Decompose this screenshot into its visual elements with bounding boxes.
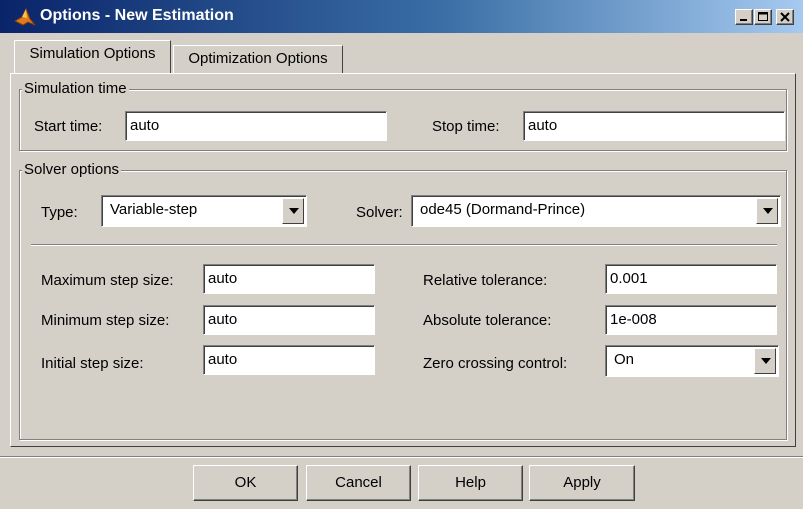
type-select[interactable]: Variable-step [101,195,307,227]
max-step-size-label: Maximum step size: [41,272,174,289]
tab-optimization-options[interactable]: Optimization Options [173,45,343,73]
simulation-options-panel: Simulation time Start time: auto Stop ti… [10,73,796,447]
tab-label: Optimization Options [188,50,328,67]
initial-step-size-input[interactable]: auto [203,345,375,375]
button-bar-separator [0,456,803,458]
zero-crossing-control-label: Zero crossing control: [423,355,568,372]
type-label: Type: [41,204,78,221]
zero-crossing-dropdown-button[interactable] [754,348,776,374]
solver-select-dropdown-button[interactable] [756,198,778,224]
zero-crossing-control-select[interactable]: On [605,345,779,377]
options-window: Options - New Estimation Simulation Opti… [0,0,803,509]
initial-step-size-label: Initial step size: [41,355,144,372]
title-bar[interactable]: Options - New Estimation [0,0,803,33]
type-select-dropdown-button[interactable] [282,198,304,224]
minimize-button[interactable] [735,9,753,25]
maximize-icon [758,12,768,21]
absolute-tolerance-label: Absolute tolerance: [423,312,552,329]
solver-separator [31,244,777,246]
stop-time-input[interactable]: auto [523,111,785,141]
stop-time-label: Stop time: [432,118,500,135]
matlab-icon [14,7,36,26]
tab-label: Simulation Options [29,45,156,62]
apply-button[interactable]: Apply [529,465,635,501]
solver-select[interactable]: ode45 (Dormand-Prince) [411,195,781,227]
relative-tolerance-label: Relative tolerance: [423,272,548,289]
cancel-button[interactable]: Cancel [306,465,411,501]
type-select-value: Variable-step [110,201,198,218]
chevron-down-icon [761,358,771,364]
zero-crossing-control-value: On [614,351,635,368]
simulation-time-legend: Simulation time [22,80,129,97]
close-button[interactable] [776,9,794,25]
help-button[interactable]: Help [418,465,523,501]
absolute-tolerance-input[interactable]: 1e-008 [605,305,777,335]
close-icon [780,12,790,22]
relative-tolerance-input[interactable]: 0.001 [605,264,777,294]
chevron-down-icon [289,208,299,214]
solver-select-value: ode45 (Dormand-Prince) [420,201,586,218]
minimize-icon [740,19,747,21]
solver-label: Solver: [356,204,403,221]
tab-simulation-options[interactable]: Simulation Options [14,40,171,73]
chevron-down-icon [763,208,773,214]
start-time-input[interactable]: auto [125,111,387,141]
max-step-size-input[interactable]: auto [203,264,375,294]
min-step-size-label: Minimum step size: [41,312,170,329]
start-time-label: Start time: [34,118,103,135]
window-title: Options - New Estimation [40,7,234,24]
ok-button[interactable]: OK [193,465,298,501]
solver-options-legend: Solver options [22,161,122,178]
maximize-button[interactable] [754,9,772,25]
min-step-size-input[interactable]: auto [203,305,375,335]
